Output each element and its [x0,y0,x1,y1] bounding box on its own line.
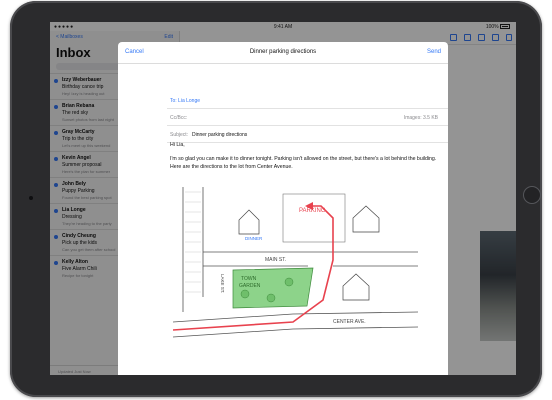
front-camera [29,196,33,200]
dinner-label: DINNER [245,236,263,241]
center-avenue-label: CENTER AVE. [333,319,366,325]
home-button[interactable] [523,186,541,204]
house-right-bottom [342,273,370,301]
to-field[interactable]: To: Lia Longe [167,92,448,109]
parking-lot [282,193,346,243]
compose-nav-bar: Cancel Dinner parking directions Send [118,42,448,64]
main-street-label: MAIN ST. [265,257,286,263]
subject-label: Subject: [170,132,189,138]
send-button[interactable]: Send [427,49,441,55]
greeting-text: Hi Lia, [170,142,185,148]
message-body[interactable]: Hi Lia, I'm so glad you can make it to d… [170,141,438,177]
compose-sheet: Cancel Dinner parking directions Send To… [118,42,448,375]
dinner-house [238,209,260,235]
body-paragraph: I'm so glad you can make it to dinner to… [170,156,437,170]
lake-street-road [182,187,204,312]
town-label: TOWN [241,276,257,282]
garden-tree [266,293,276,303]
subject-value[interactable]: Dinner parking directions [192,132,247,138]
cc-bcc-field[interactable]: Cc/Bcc: Images: 3.5 KB [167,109,448,126]
house-right-top [352,205,380,233]
images-size[interactable]: Images: 3.5 KB [404,115,438,121]
to-recipient[interactable]: To: Lia Longe [170,98,200,104]
parking-label: PARKING [299,208,326,214]
lake-street-label: LAKE ST. [220,274,225,293]
screen: ●●●●● 9:41 AM 100% < Mailboxes Edit Inbo… [50,22,516,375]
ipad-frame: ●●●●● 9:41 AM 100% < Mailboxes Edit Inbo… [10,1,542,397]
garden-tree [240,289,250,299]
compose-title: Dinner parking directions [249,49,317,55]
main-street-road [203,251,418,267]
garden-tree [284,277,294,287]
road-hatching [185,191,201,293]
directions-sketch: PARKING DINNER MAIN ST. TOWN GARDEN CENT… [173,187,419,338]
center-avenue-road [173,311,419,338]
cc-bcc-label: Cc/Bcc: [170,115,188,121]
garden-label: GARDEN [239,283,261,289]
